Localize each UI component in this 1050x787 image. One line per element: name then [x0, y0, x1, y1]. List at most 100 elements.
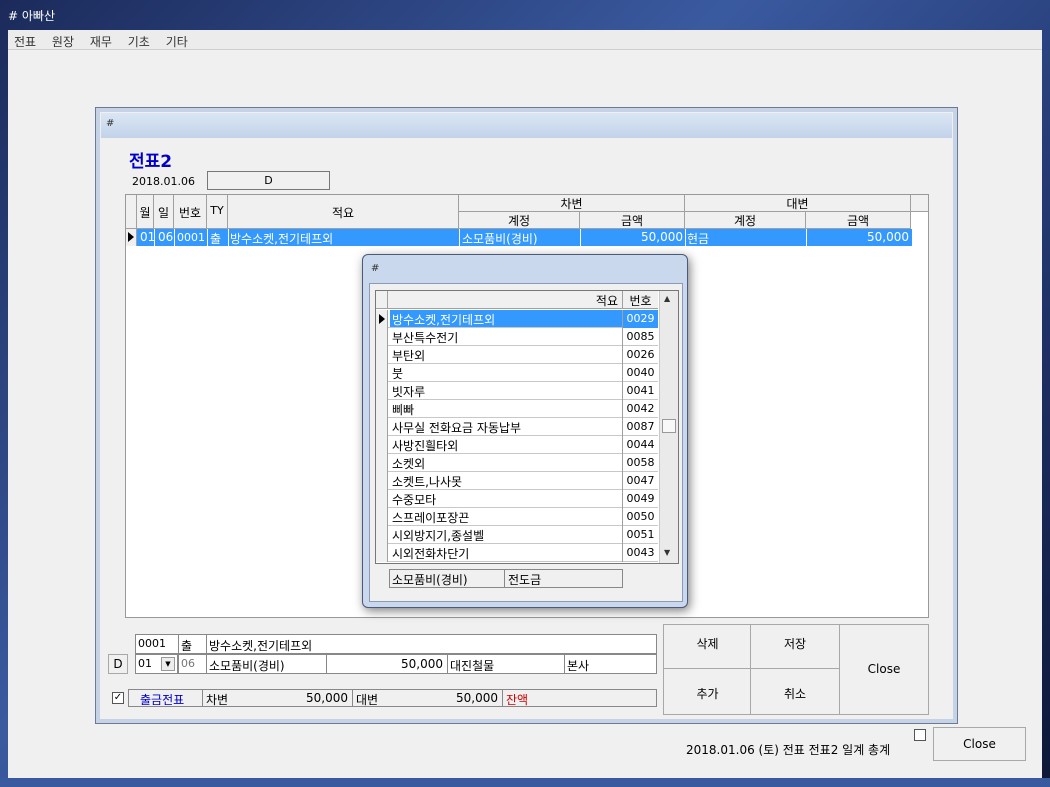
list-item-indicator — [376, 490, 388, 508]
popup-scrollbar[interactable]: ▲ ▼ — [659, 291, 678, 563]
scroll-down-icon[interactable]: ▼ — [664, 548, 670, 557]
entry-amount-field[interactable]: 50,000 — [326, 654, 448, 674]
menu-voucher[interactable]: 전표 — [8, 30, 42, 50]
entry-vendor-field[interactable]: 대진철물 — [447, 654, 565, 674]
list-item-number: 0042 — [622, 400, 658, 418]
cell-divider — [459, 229, 460, 246]
scroll-up-icon[interactable]: ▲ — [664, 294, 670, 303]
totals-divider — [502, 690, 503, 706]
header-credit-account: 계정 — [685, 212, 806, 229]
window-bottom-border — [0, 778, 1050, 787]
list-item-indicator — [376, 526, 388, 544]
form-caption: # — [101, 113, 952, 138]
menu-bar: 전표 원장 재무 기초 기타 — [8, 30, 1042, 50]
popup-footer: 소모품비(경비) 전도금 — [389, 569, 623, 588]
voucher-checkbox[interactable]: ✓ — [112, 692, 124, 704]
list-item-number: 0043 — [622, 544, 658, 562]
entry-memo-field[interactable]: 방수소켓,전기테프외 — [206, 634, 657, 654]
voucher-type-label: 출금전표 — [140, 693, 185, 707]
delete-button[interactable]: 삭제 — [663, 624, 752, 669]
cell-memo: 방수소켓,전기테프외 — [230, 232, 334, 246]
list-item[interactable]: 사무실 전화요금 자동납부 0087 — [376, 418, 658, 436]
list-item[interactable]: 부탄외 0026 — [376, 346, 658, 364]
list-item[interactable]: 방수소켓,전기테프외 0029 — [376, 310, 658, 328]
list-item[interactable]: 스프레이포장끈 0050 — [376, 508, 658, 526]
table-row[interactable]: 01 06 0001 출 방수소켓,전기테프외 소모품비(경비) 50,000 … — [137, 229, 912, 246]
list-item[interactable]: 사방진흴타외 0044 — [376, 436, 658, 454]
list-item-number: 0049 — [622, 490, 658, 508]
current-row-indicator — [126, 229, 137, 246]
close-button[interactable]: Close — [933, 727, 1026, 761]
entry-branch-field[interactable]: 본사 — [564, 654, 657, 674]
list-item[interactable]: 붓 0040 — [376, 364, 658, 382]
cell-credit-amount: 50,000 — [867, 230, 909, 244]
cell-debit-amount: 50,000 — [641, 230, 683, 244]
entry-day-field[interactable]: 06 — [178, 654, 207, 674]
list-item[interactable]: 삐빠 0042 — [376, 400, 658, 418]
list-item[interactable]: 소켓트,나사못 0047 — [376, 472, 658, 490]
list-item-memo: 사무실 전화요금 자동납부 — [392, 421, 522, 435]
row-indicator-header — [126, 195, 137, 229]
menu-ledger[interactable]: 원장 — [46, 30, 80, 50]
cancel-button[interactable]: 취소 — [750, 668, 840, 715]
list-item-indicator — [376, 544, 388, 562]
memo-column-header: 적요 — [595, 294, 618, 308]
list-item-indicator — [376, 310, 388, 328]
cell-day: 06 — [158, 230, 174, 244]
form-heading: 전표2 — [129, 152, 173, 172]
cell-divider — [685, 229, 686, 246]
entry-number-field[interactable]: 0001 — [135, 634, 179, 654]
list-item[interactable]: 시외방지기,종설벨 0051 — [376, 526, 658, 544]
month-select[interactable]: 01 ▼ — [135, 654, 178, 674]
entry-account-field[interactable]: 소모품비(경비) — [206, 654, 327, 674]
totals-bar: 출금전표 차변 50,000 대변 50,000 잔액 — [128, 689, 657, 707]
menu-finance[interactable]: 재무 — [84, 30, 118, 50]
list-item-indicator — [376, 346, 388, 364]
d-button[interactable]: D — [207, 171, 330, 190]
entry-d-button[interactable]: D — [108, 654, 128, 674]
scroll-thumb[interactable] — [662, 419, 676, 433]
list-item-indicator — [376, 382, 388, 400]
list-item-indicator — [376, 508, 388, 526]
list-item-indicator — [376, 472, 388, 490]
list-item[interactable]: 소켓외 0058 — [376, 454, 658, 472]
memo-list[interactable]: 적요 번호 방수소켓,전기테프외 0029 부산특수전기 0085 부탄외 0026 붓 00… — [375, 290, 679, 564]
credit-total-value: 50,000 — [456, 691, 498, 705]
list-item-memo: 부탄외 — [392, 349, 426, 363]
dropdown-arrow-icon[interactable]: ▼ — [161, 657, 175, 671]
list-item[interactable]: 수중모타 0049 — [376, 490, 658, 508]
popup-footer-account: 소모품비(경비) — [392, 573, 468, 587]
header-credit: 대변 — [685, 195, 911, 212]
add-button[interactable]: 추가 — [663, 668, 752, 715]
cell-divider — [174, 229, 175, 246]
cell-divider — [207, 229, 208, 246]
list-item-number: 0050 — [622, 508, 658, 526]
save-button[interactable]: 저장 — [750, 624, 840, 669]
list-item-indicator — [376, 418, 388, 436]
header-month: 월 — [137, 195, 154, 229]
status-checkbox[interactable] — [914, 729, 926, 741]
header-debit-amount: 금액 — [580, 212, 685, 229]
list-item-number: 0029 — [622, 310, 658, 328]
footer-divider — [504, 570, 505, 587]
menu-basic[interactable]: 기초 — [122, 30, 156, 50]
list-item-memo: 붓 — [392, 367, 404, 381]
list-item-memo: 사방진흴타외 — [392, 439, 459, 453]
form-close-button[interactable]: Close — [839, 624, 929, 715]
entry-type-field[interactable]: 출 — [178, 634, 207, 654]
cell-credit-account: 현금 — [687, 232, 710, 246]
list-item-memo: 시외전화차단기 — [392, 547, 470, 561]
list-item[interactable]: 빗자루 0041 — [376, 382, 658, 400]
cell-debit-account: 소모품비(경비) — [462, 232, 538, 246]
header-memo: 적요 — [228, 195, 459, 229]
window-title: # 아빠산 — [8, 9, 55, 23]
list-item-memo: 소켓외 — [392, 457, 426, 471]
list-item-number: 0087 — [622, 418, 658, 436]
list-item-memo: 방수소켓,전기테프외 — [390, 310, 622, 327]
list-item[interactable]: 시외전화차단기 0043 — [376, 544, 658, 562]
menu-etc[interactable]: 기타 — [160, 30, 194, 50]
row-pointer-icon — [128, 232, 134, 242]
totals-divider — [202, 690, 203, 706]
list-item-memo: 부산특수전기 — [392, 331, 459, 345]
list-item[interactable]: 부산특수전기 0085 — [376, 328, 658, 346]
